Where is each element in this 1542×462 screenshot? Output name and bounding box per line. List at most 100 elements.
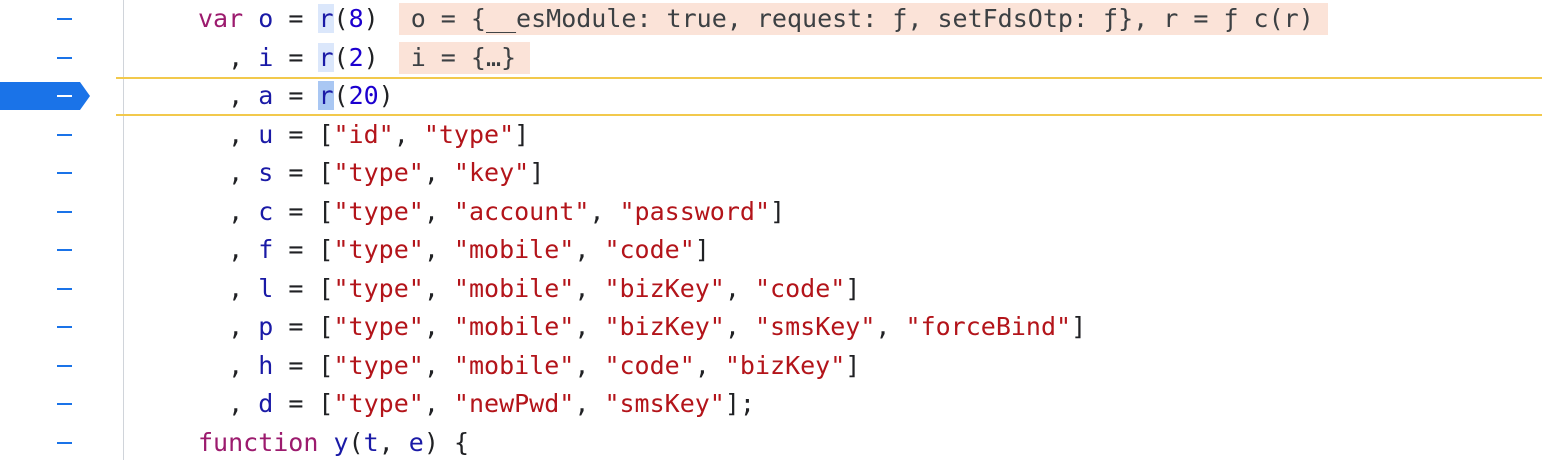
string-token: "type" (334, 158, 424, 187)
identifier-token: h (258, 351, 273, 380)
line-dash-icon[interactable] (57, 211, 72, 213)
code-text[interactable]: , h = ["type", "mobile", "code", "bizKey… (198, 347, 860, 385)
code-text[interactable]: var o = r(8)o = {__esModule: true, reque… (198, 0, 1328, 38)
code-editor[interactable]: var o = r(8)o = {__esModule: true, reque… (0, 0, 1542, 460)
code-line[interactable]: , u = ["id", "type"] (0, 116, 1542, 155)
string-token: "type" (334, 274, 424, 303)
punctuation-token: , (198, 197, 258, 226)
number-token: 20 (349, 81, 379, 110)
punctuation-token: ( (334, 81, 349, 110)
code-line[interactable]: , d = ["type", "newPwd", "smsKey"]; (0, 385, 1542, 424)
punctuation-token: , (198, 43, 258, 72)
punctuation-token: , (198, 274, 258, 303)
punctuation-token: , (424, 235, 454, 264)
operator-token: = (273, 43, 318, 72)
line-dash-icon[interactable] (57, 442, 72, 444)
punctuation-token: ( (349, 428, 364, 457)
code-line[interactable]: , i = r(2)i = {…} (0, 39, 1542, 78)
code-line[interactable]: , c = ["type", "account", "password"] (0, 193, 1542, 232)
code-line[interactable]: , p = ["type", "mobile", "bizKey", "smsK… (0, 308, 1542, 347)
punctuation-token: , (394, 120, 424, 149)
string-token: "code" (604, 235, 694, 264)
punctuation-token: ) { (424, 428, 469, 457)
code-text[interactable]: , s = ["type", "key"] (198, 154, 544, 192)
call-token: r (318, 81, 333, 110)
string-token: "account" (454, 197, 589, 226)
string-token: "type" (334, 235, 424, 264)
line-dash-icon[interactable] (57, 172, 72, 174)
parameter-token: t (364, 428, 379, 457)
identifier-token: u (258, 120, 273, 149)
code-line[interactable]: , l = ["type", "mobile", "bizKey", "code… (0, 270, 1542, 309)
call-token: r (318, 43, 333, 72)
code-text[interactable]: , u = ["id", "type"] (198, 116, 529, 154)
identifier-token: i (258, 43, 273, 72)
string-token: "type" (334, 312, 424, 341)
line-dash-icon[interactable] (57, 326, 72, 328)
identifier-token: c (258, 197, 273, 226)
identifier-token: a (258, 81, 273, 110)
keyword-token: var (198, 4, 243, 33)
punctuation-token: , (424, 274, 454, 303)
code-text[interactable]: , i = r(2)i = {…} (198, 39, 530, 77)
code-text[interactable]: , d = ["type", "newPwd", "smsKey"]; (198, 385, 755, 423)
punctuation-token: , (424, 312, 454, 341)
line-dash-icon[interactable] (57, 57, 72, 59)
code-line[interactable]: , s = ["type", "key"] (0, 154, 1542, 193)
punctuation-token: ) (364, 43, 379, 72)
code-text[interactable]: , p = ["type", "mobile", "bizKey", "smsK… (198, 308, 1086, 346)
operator-token: = [ (273, 274, 333, 303)
operator-token: = [ (273, 197, 333, 226)
punctuation-token: , (574, 312, 604, 341)
punctuation-token: ] (845, 351, 860, 380)
punctuation-token: , (875, 312, 905, 341)
string-token: "mobile" (454, 351, 574, 380)
punctuation-token: ( (334, 4, 349, 33)
code-line[interactable]: , h = ["type", "mobile", "code", "bizKey… (0, 347, 1542, 386)
number-token: 8 (349, 4, 364, 33)
string-token: "mobile" (454, 274, 574, 303)
code-text[interactable]: , a = r(20) (198, 77, 394, 115)
punctuation-token: , (198, 351, 258, 380)
string-token: "forceBind" (906, 312, 1072, 341)
line-dash-icon[interactable] (57, 18, 72, 20)
operator-token: = [ (273, 158, 333, 187)
punctuation-token: ] (529, 158, 544, 187)
string-token: "key" (454, 158, 529, 187)
code-line[interactable]: var o = r(8)o = {__esModule: true, reque… (0, 0, 1542, 39)
punctuation-token: ] (695, 235, 710, 264)
line-dash-icon[interactable] (57, 365, 72, 367)
line-dash-icon[interactable] (57, 249, 72, 251)
line-dash-icon (57, 95, 72, 97)
code-text[interactable]: , f = ["type", "mobile", "code"] (198, 231, 710, 269)
string-token: "code" (604, 351, 694, 380)
code-line[interactable]: function y(t, e) { (0, 424, 1542, 462)
keyword-token: function (198, 428, 318, 457)
string-token: "type" (424, 120, 514, 149)
punctuation-token: , (589, 197, 619, 226)
punctuation-token: , (198, 312, 258, 341)
execution-pointer-breakpoint-icon[interactable] (0, 82, 90, 110)
code-line[interactable]: , a = r(20) (0, 77, 1542, 116)
string-token: "bizKey" (725, 351, 845, 380)
code-line[interactable]: , f = ["type", "mobile", "code"] (0, 231, 1542, 270)
code-text[interactable]: , l = ["type", "mobile", "bizKey", "code… (198, 270, 860, 308)
code-text[interactable]: , c = ["type", "account", "password"] (198, 193, 785, 231)
punctuation-token: ] (845, 274, 860, 303)
line-dash-icon[interactable] (57, 134, 72, 136)
operator-token: = [ (273, 351, 333, 380)
line-dash-icon[interactable] (57, 403, 72, 405)
punctuation-token: , (574, 389, 604, 418)
string-token: "id" (334, 120, 394, 149)
punctuation-token: , (695, 351, 725, 380)
line-dash-icon[interactable] (57, 288, 72, 290)
string-token: "mobile" (454, 235, 574, 264)
code-text[interactable]: function y(t, e) { (198, 424, 469, 462)
operator-token: = [ (273, 312, 333, 341)
operator-token: = [ (273, 389, 333, 418)
identifier-token: o (258, 4, 273, 33)
punctuation-token: , (424, 197, 454, 226)
punctuation-token: ) (364, 4, 379, 33)
string-token: "type" (334, 389, 424, 418)
punctuation-token: ]; (725, 389, 755, 418)
